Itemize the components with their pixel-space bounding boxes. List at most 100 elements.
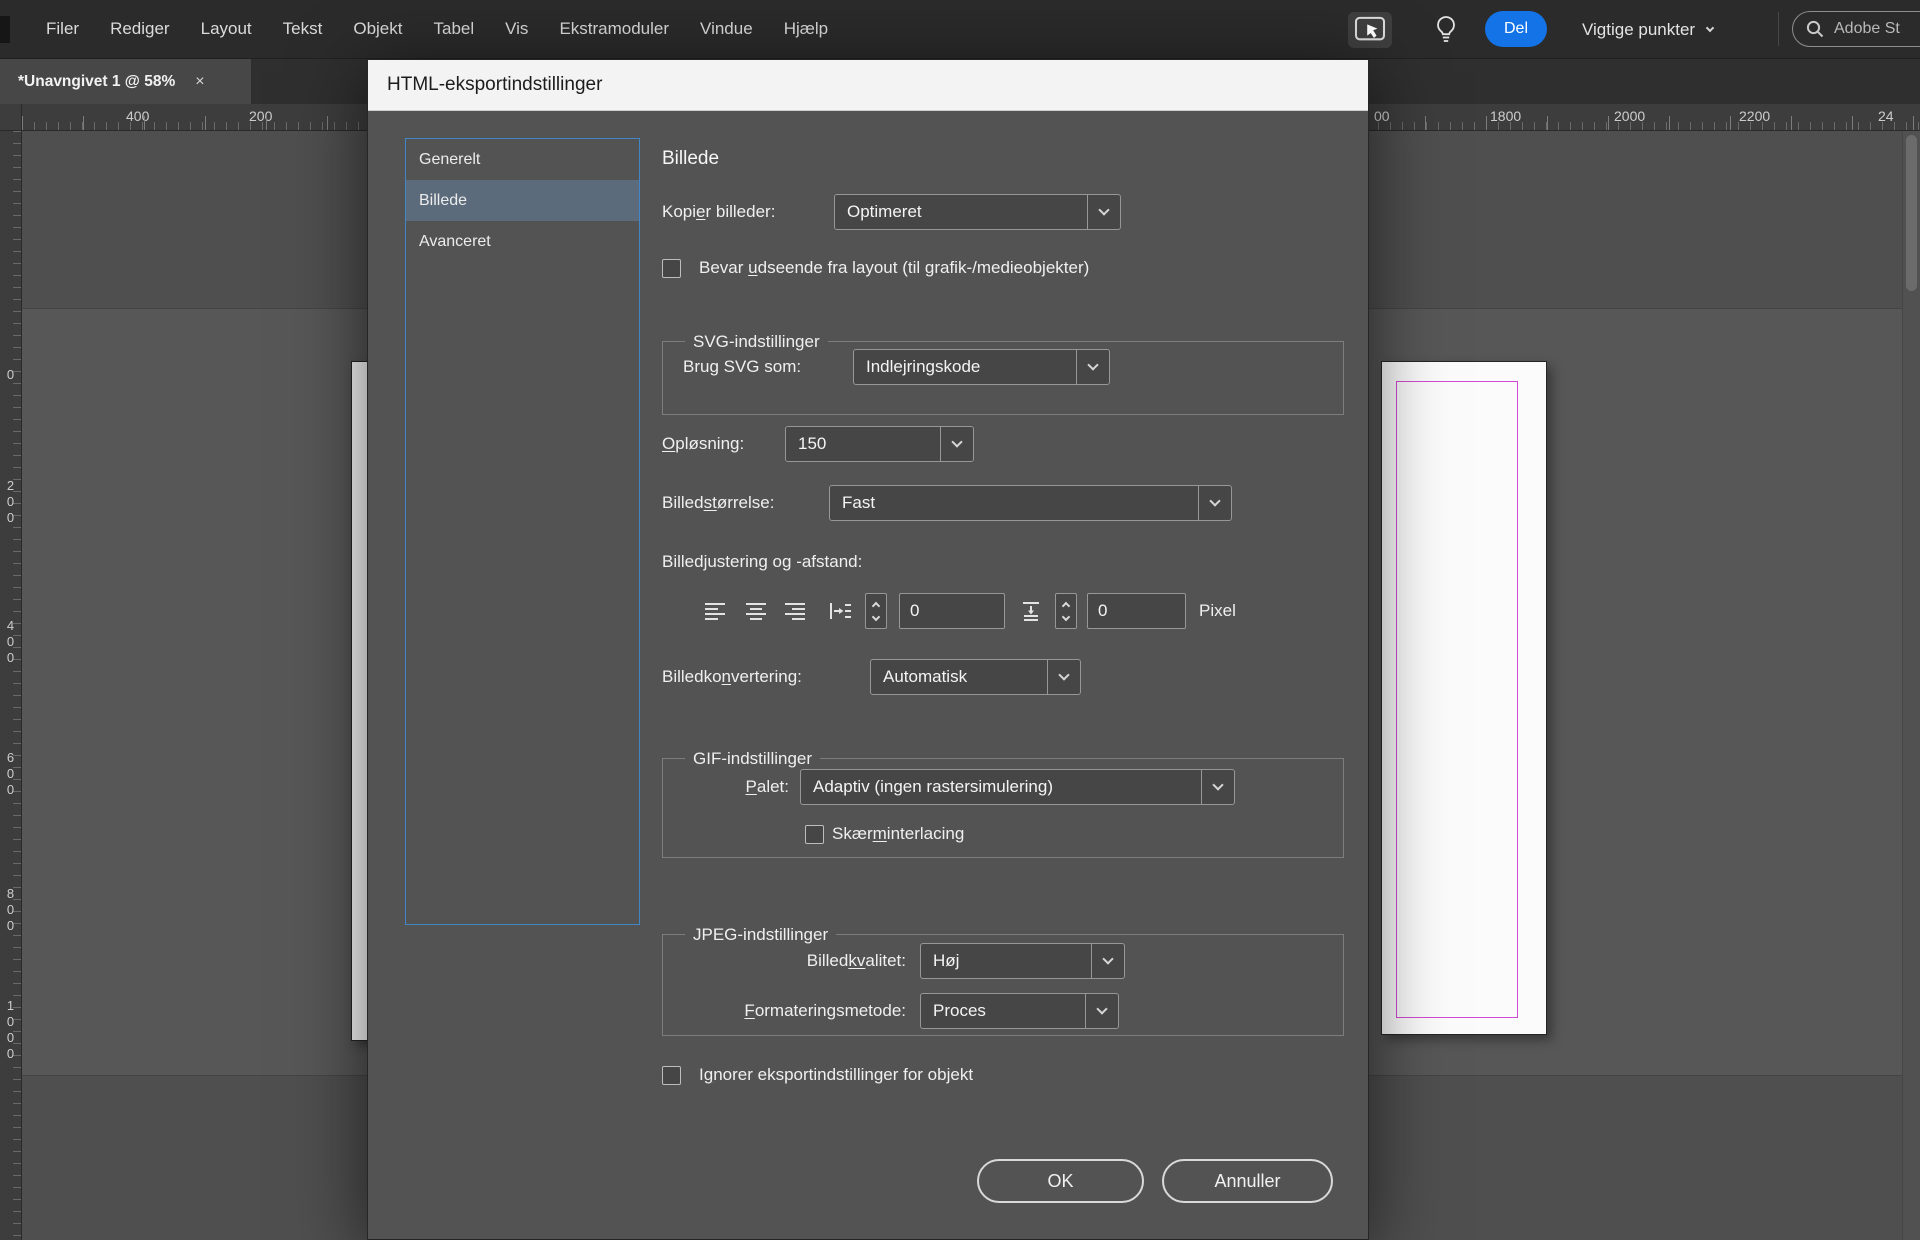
svg-settings-legend: SVG-indstillinger: [685, 330, 828, 354]
stepper-down-icon[interactable]: [1062, 612, 1070, 620]
dialog-title-bar[interactable]: HTML-eksportindstillinger: [368, 60, 1368, 111]
svg-settings-group: SVG-indstillinger Brug SVG som: Indlejri…: [662, 341, 1344, 415]
lightbulb-icon: [1433, 14, 1459, 46]
jpeg-settings-group: JPEG-indstillinger Billedkvalitet: Høj F…: [662, 934, 1344, 1036]
section-item-billede[interactable]: Billede: [406, 180, 639, 221]
format-method-label: Formateringsmetode:: [663, 999, 906, 1023]
space-after-stepper[interactable]: [1055, 593, 1077, 629]
ruler-label: 800: [3, 886, 18, 934]
document-tab[interactable]: *Unavngivet 1 @ 58% ×: [0, 59, 251, 104]
align-left-icon: [702, 600, 728, 622]
preserve-appearance-checkbox[interactable]: [662, 259, 681, 278]
menu-bar: Filer Rediger Layout Tekst Objekt Tabel …: [0, 0, 1920, 59]
chevron-down-icon: [1087, 195, 1120, 229]
cursor-box-icon: [1354, 16, 1386, 44]
menubar-divider: [1778, 12, 1779, 46]
vertical-scrollbar[interactable]: [1902, 131, 1920, 1240]
chevron-down-icon: [1091, 944, 1124, 978]
ruler-label: 400: [126, 108, 149, 124]
ruler-label: 2200: [1739, 108, 1770, 124]
ignore-export-settings-label: Ignorer eksportindstillinger for objekt: [699, 1063, 973, 1087]
palette-label: Palet:: [663, 775, 789, 799]
scrollbar-thumb[interactable]: [1906, 135, 1917, 291]
stepper-down-icon[interactable]: [872, 612, 880, 620]
page-right[interactable]: [1381, 361, 1547, 1035]
gif-settings-group: GIF-indstillinger Palet: Adaptiv (ingen …: [662, 758, 1344, 858]
document-tab-title: *Unavngivet 1 @ 58%: [18, 73, 175, 91]
menu-item-vis[interactable]: Vis: [505, 19, 528, 39]
menu-item-hjaelp[interactable]: Hjælp: [784, 19, 828, 39]
share-button[interactable]: Del: [1485, 11, 1547, 47]
ruler-corner: [0, 104, 22, 131]
space-before-icon: [824, 593, 856, 629]
space-after-icon: [1016, 593, 1048, 629]
format-method-select[interactable]: Proces: [920, 993, 1119, 1029]
ruler-label: 200: [249, 108, 272, 124]
image-conversion-select[interactable]: Automatisk: [870, 659, 1081, 695]
align-right-button[interactable]: [779, 593, 811, 629]
learn-lightbulb-button[interactable]: [1428, 12, 1464, 48]
search-icon: [1805, 19, 1825, 39]
ruler-label: 0: [3, 367, 18, 383]
menu-item-vindue[interactable]: Vindue: [700, 19, 753, 39]
stepper-up-icon[interactable]: [872, 601, 880, 609]
stock-search-input[interactable]: Adobe St: [1792, 11, 1920, 47]
menu-item-filer[interactable]: Filer: [46, 19, 79, 39]
align-center-button[interactable]: [740, 593, 772, 629]
section-item-avanceret[interactable]: Avanceret: [406, 221, 639, 262]
palette-select[interactable]: Adaptiv (ingen rastersimulering): [800, 769, 1235, 805]
space-before-input[interactable]: [899, 593, 1005, 629]
copy-images-select[interactable]: Optimeret: [834, 194, 1121, 230]
chevron-down-icon: [1085, 994, 1118, 1028]
ruler-label: 1000: [3, 998, 18, 1062]
panel-heading: Billede: [662, 147, 719, 171]
close-tab-icon[interactable]: ×: [195, 73, 204, 91]
menu-item-rediger[interactable]: Rediger: [110, 19, 170, 39]
align-center-icon: [743, 600, 769, 622]
menu-item-tabel[interactable]: Tabel: [433, 19, 474, 39]
ok-button[interactable]: OK: [977, 1159, 1144, 1203]
image-size-select[interactable]: Fast: [829, 485, 1232, 521]
section-item-generelt[interactable]: Generelt: [406, 139, 639, 180]
jpeg-settings-legend: JPEG-indstillinger: [685, 923, 836, 947]
chevron-down-icon: [1201, 770, 1234, 804]
interlace-checkbox[interactable]: [805, 825, 824, 844]
cancel-button[interactable]: Annuller: [1162, 1159, 1333, 1203]
image-size-label: Billedstørrelse:: [662, 491, 774, 515]
ruler-label: 24: [1878, 108, 1894, 124]
space-after-input[interactable]: [1087, 593, 1186, 629]
use-svg-as-label: Brug SVG som:: [683, 355, 801, 379]
ruler-label: 1800: [1490, 108, 1521, 124]
pixel-unit-label: Pixel: [1199, 599, 1236, 623]
image-quality-select[interactable]: Høj: [920, 943, 1125, 979]
chevron-down-icon: [1076, 350, 1109, 384]
ruler-label: 600: [3, 750, 18, 798]
dialog-title: HTML-eksportindstillinger: [387, 74, 602, 96]
resolution-select[interactable]: 150: [785, 426, 974, 462]
menu-item-ekstramoduler[interactable]: Ekstramoduler: [559, 19, 669, 39]
resolution-label: Opløsning:: [662, 432, 744, 456]
interlace-label: Skærminterlacing: [832, 822, 964, 846]
menu-item-tekst[interactable]: Tekst: [283, 19, 323, 39]
ruler-label: 200: [3, 478, 18, 526]
stepper-up-icon[interactable]: [1062, 601, 1070, 609]
copy-images-label: Kopier billeder:: [662, 200, 775, 224]
chevron-down-icon: [940, 427, 973, 461]
preserve-appearance-label: Bevar udseende fra layout (til grafik-/m…: [699, 256, 1089, 280]
image-conversion-label: Billedkonvertering:: [662, 665, 802, 689]
publish-cursor-icon[interactable]: [1348, 12, 1392, 48]
workspace-switcher[interactable]: Vigtige punkter: [1582, 0, 1713, 59]
gif-settings-legend: GIF-indstillinger: [685, 747, 820, 771]
ignore-export-settings-checkbox[interactable]: [662, 1066, 681, 1085]
menu-item-objekt[interactable]: Objekt: [353, 19, 402, 39]
menu-item-layout[interactable]: Layout: [201, 19, 252, 39]
vertical-ruler[interactable]: 0 200 400 600 800 1000: [0, 131, 22, 1240]
chevron-down-icon: [1706, 23, 1714, 31]
dialog-section-list: Generelt Billede Avanceret: [405, 138, 640, 925]
align-right-icon: [782, 600, 808, 622]
use-svg-as-select[interactable]: Indlejringskode: [853, 349, 1110, 385]
ruler-label: 2000: [1614, 108, 1645, 124]
align-left-button[interactable]: [699, 593, 731, 629]
space-before-stepper[interactable]: [865, 593, 887, 629]
app-icon: [0, 16, 10, 43]
